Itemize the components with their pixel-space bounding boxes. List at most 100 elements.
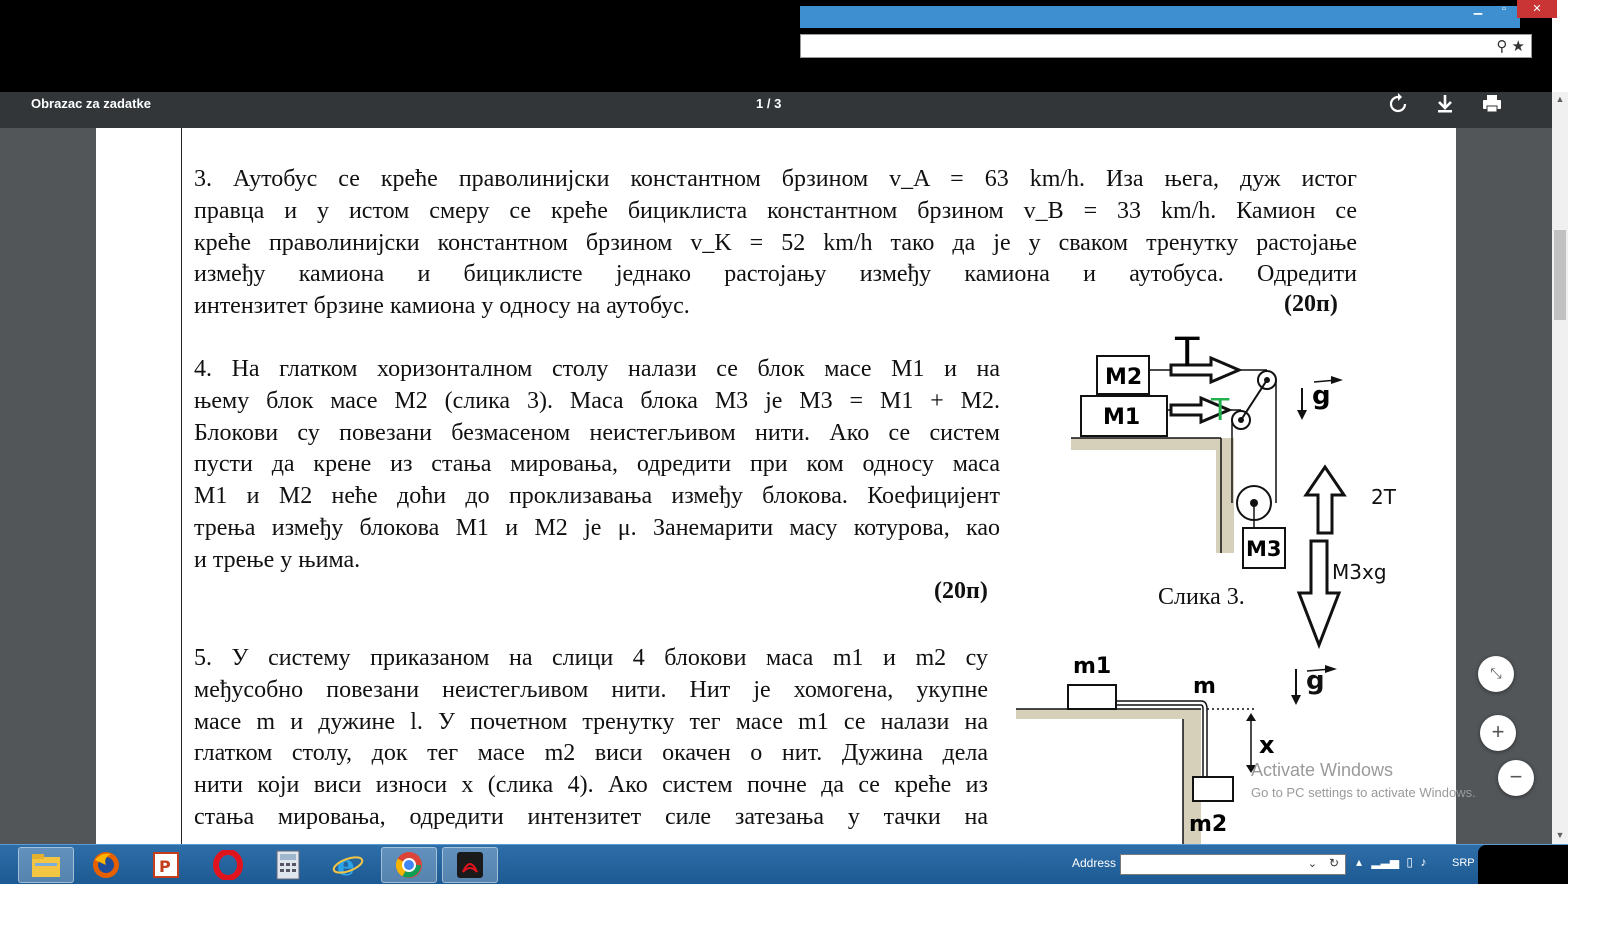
zoom-out-button[interactable]: − — [1498, 760, 1534, 796]
opera-icon — [213, 850, 243, 880]
block-m1-label: m1 — [1073, 654, 1111, 679]
browser-chrome-redacted: ▁ ▫ ✕ ⚲ ★ — [0, 0, 1557, 92]
clock-redacted — [1478, 845, 1568, 885]
bookmark-star-icon[interactable]: ★ — [1512, 38, 1525, 55]
taskbar-chrome[interactable] — [381, 847, 437, 883]
page-margin-line — [181, 128, 182, 844]
scroll-down-icon[interactable]: ▼ — [1555, 830, 1565, 840]
scroll-up-icon[interactable]: ▲ — [1555, 94, 1565, 104]
bookmarks-bar-redacted — [0, 62, 1552, 90]
problem-4-line: M1 и M2 неће доћи до проклизавања између… — [194, 483, 1000, 510]
problem-5-text: 5. У систему приказаном на слици 4 блоко… — [194, 643, 988, 834]
battery-icon[interactable]: ▯ — [1406, 855, 1413, 869]
chrome-icon — [395, 852, 422, 878]
problem-3-line: између камиона и бициклисте једнако раст… — [194, 261, 1357, 288]
block-m3-label: M3 — [1246, 537, 1282, 561]
address-toolbar-label: Address — [1072, 856, 1117, 870]
download-icon[interactable] — [1433, 92, 1457, 116]
acrobat-icon — [457, 852, 483, 878]
address-toolbar-input[interactable]: ⌄ ↻ — [1120, 854, 1346, 875]
taskbar-acrobat[interactable] — [442, 847, 498, 883]
maximize-button[interactable]: ▫ — [1491, 0, 1517, 18]
firefox-icon — [93, 852, 119, 878]
problem-4-text: 4. На глатком хоризонталном столу налази… — [194, 354, 1000, 577]
tension-label-top: T — [1174, 330, 1200, 376]
problem-4-line: њему блок масе M2 (слика 3). Маса блока … — [194, 387, 1000, 414]
internet-explorer-icon: e — [332, 850, 364, 880]
arrow-weight-down — [1296, 539, 1342, 650]
browser-tab-strip — [800, 6, 1520, 28]
block-m1 — [1067, 684, 1117, 710]
table-top — [1016, 709, 1201, 719]
zoom-magnifier-icon[interactable]: ⚲ — [1496, 38, 1507, 55]
problem-3-line: 3. Аутобус се креће праволинијски конста… — [194, 166, 1357, 192]
gravity-label: g — [1312, 381, 1331, 411]
network-signal-icon[interactable]: ▂▃▅ — [1371, 855, 1399, 869]
taskbar-file-explorer[interactable] — [18, 847, 74, 883]
tray-expand-icon[interactable]: ▴ — [1356, 855, 1362, 869]
problem-4-line: пусти да крене из стања мировања, одреди… — [194, 451, 1000, 478]
rotate-icon[interactable] — [1386, 92, 1410, 116]
window-controls: ▁ ▫ ✕ — [1465, 0, 1557, 22]
tension-label-green: T — [1210, 393, 1230, 428]
pdf-page: 3. Аутобус се креће праволинијски конста… — [96, 128, 1456, 844]
close-button[interactable]: ✕ — [1517, 0, 1557, 18]
zoom-in-button[interactable]: + — [1480, 715, 1516, 751]
table-top — [1071, 438, 1234, 450]
page-indicator[interactable]: 1 / 3 — [756, 96, 781, 111]
problem-3-points: (20п) — [1284, 291, 1338, 317]
problem-3-line: правца и у истом смеру се креће бициклис… — [194, 197, 1357, 224]
address-bar[interactable]: ⚲ ★ — [800, 34, 1532, 58]
figure-4-gravity-label: g — [1306, 666, 1325, 696]
scroll-thumb[interactable] — [1554, 230, 1566, 320]
problem-4-line: Блокови су повезани безмасеном неистегљи… — [194, 419, 1000, 446]
taskbar-calculator[interactable] — [260, 847, 316, 883]
problem-3-line: креће праволинијски константном брзином … — [194, 229, 1357, 256]
screen-bottom-padding — [0, 884, 1600, 936]
activate-windows-watermark: Activate Windows — [1251, 760, 1394, 780]
screen-right-padding — [1568, 0, 1600, 936]
arrow-2t-up — [1303, 464, 1347, 535]
folder-icon — [32, 854, 60, 877]
block-m2 — [1192, 776, 1234, 802]
taskbar-opera[interactable] — [200, 847, 256, 883]
taskbar-internet-explorer[interactable]: e — [320, 847, 376, 883]
length-label: x — [1259, 731, 1275, 759]
taskbar-powerpoint[interactable]: P — [138, 847, 194, 883]
problem-4-line: трења између блокова M1 и M2 је μ. Занем… — [194, 514, 1000, 541]
problem-3-line: интензитет брзине камиона у односу на ау… — [194, 293, 690, 320]
activate-windows-subtext: Go to PC settings to activate Windows. — [1251, 785, 1476, 800]
problem-5-line: масе m и дужине l. У почетном тренутку т… — [194, 708, 988, 735]
block-m2-label: M2 — [1105, 365, 1142, 390]
taskbar-firefox[interactable] — [78, 847, 134, 883]
problem-3-text: 3. Аутобус се креће праволинијски конста… — [194, 164, 1357, 323]
minus-icon: − — [1509, 764, 1523, 789]
problem-5-line: стања мировања, одредити интензитет силе… — [194, 803, 988, 830]
refresh-icon[interactable]: ↻ — [1329, 856, 1339, 870]
problem-5-line: глатком столу, док тег масе m2 виси окач… — [194, 740, 988, 767]
rope-label: m — [1193, 674, 1216, 699]
block-m2-label: m2 — [1189, 812, 1227, 837]
annotation-weight: M3xg — [1332, 560, 1387, 584]
document-title: Obrazac za zadatke — [31, 96, 151, 111]
chevron-down-icon[interactable]: ⌄ — [1308, 857, 1317, 870]
pdf-toolbar: Obrazac za zadatke 1 / 3 — [0, 92, 1552, 128]
problem-5-line: нити који виси износи x (слика 4). Ако с… — [194, 772, 988, 799]
fit-to-page-button[interactable]: ⤡ — [1478, 656, 1514, 692]
fit-page-icon: ⤡ — [1490, 665, 1502, 681]
svg-text:P: P — [159, 857, 171, 876]
system-tray: ▴ ▂▃▅ ▯ ♪ — [1356, 855, 1426, 869]
calculator-icon — [276, 850, 300, 880]
windows-taskbar: P e Address ⌄ ↻ ▴ ▂▃▅ ▯ ♪ SRP — [0, 844, 1568, 885]
language-indicator[interactable]: SRP — [1452, 857, 1475, 869]
svg-text:e: e — [337, 850, 355, 880]
minimize-button[interactable]: ▁ — [1465, 0, 1491, 18]
annotation-2t: 2T — [1371, 485, 1396, 509]
problem-4-line: и трење у њима. — [194, 546, 361, 573]
plus-icon: + — [1491, 719, 1505, 744]
vertical-scrollbar[interactable]: ▲ ▼ — [1552, 92, 1568, 844]
problem-4-line: 4. На глатком хоризонталном столу налази… — [194, 356, 1000, 382]
print-icon[interactable] — [1480, 92, 1504, 116]
volume-icon[interactable]: ♪ — [1420, 855, 1426, 869]
figure-3-caption: Слика 3. — [1158, 584, 1245, 610]
